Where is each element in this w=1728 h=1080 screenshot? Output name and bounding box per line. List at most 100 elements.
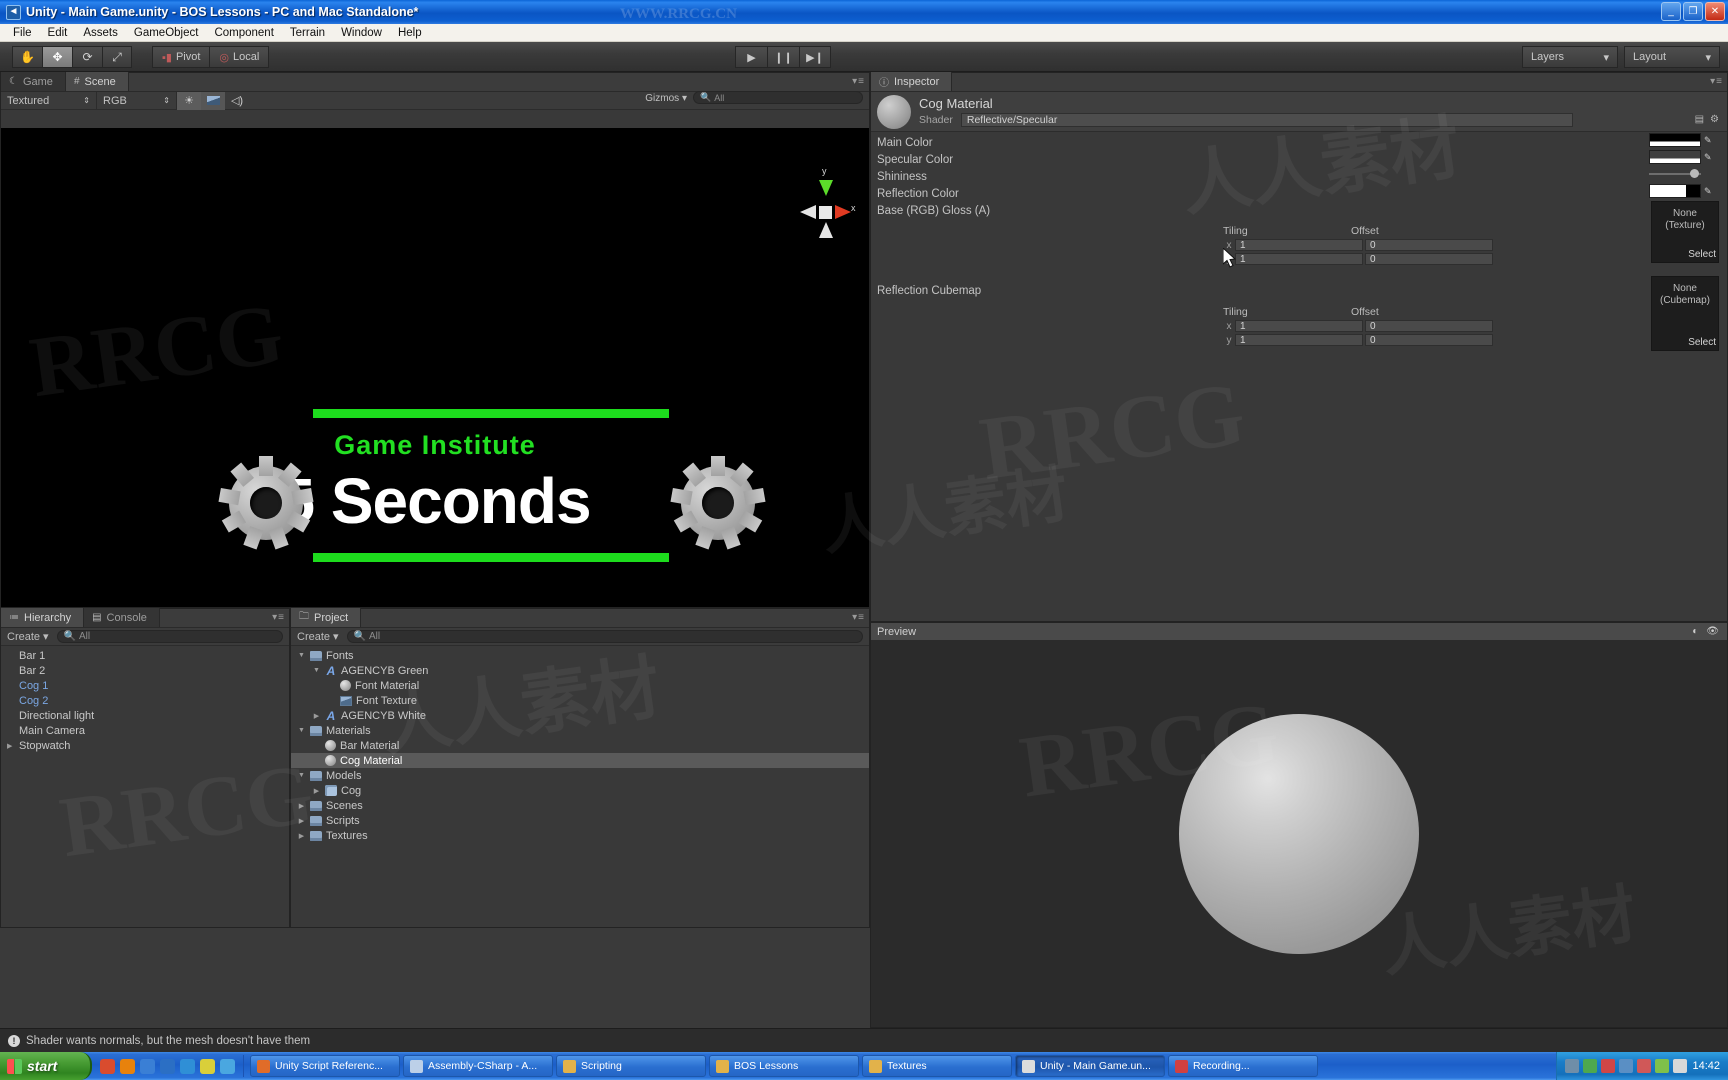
hierarchy-item[interactable]: Directional light [1, 708, 289, 723]
gear-icon[interactable]: ⚙ [1710, 114, 1719, 125]
layout-dropdown[interactable]: Layout ▾ [1624, 46, 1720, 68]
base-texture-select-button[interactable]: Select [1688, 249, 1716, 260]
cubemap-select-button[interactable]: Select [1688, 337, 1716, 348]
clock[interactable]: 14:42 [1692, 1060, 1720, 1072]
shininess-slider-handle[interactable] [1690, 169, 1699, 178]
scene-fx-icon[interactable] [201, 91, 225, 110]
preset-icon[interactable]: ▤ [1695, 114, 1704, 125]
bulb-icon[interactable] [200, 1058, 215, 1074]
pause-button[interactable]: ❙❙ [767, 46, 799, 68]
base-texture-slot[interactable]: None (Texture) Select [1651, 201, 1719, 263]
hierarchy-item[interactable]: Bar 2 [1, 663, 289, 678]
maximize-button[interactable]: ❐ [1683, 2, 1703, 21]
local-toggle[interactable]: ◎ Local [210, 46, 270, 68]
inspector-panel-menu-icon[interactable]: ▾≡ [1710, 76, 1723, 87]
tab-console[interactable]: ▤ Console [84, 608, 160, 627]
base-tiling-y-input[interactable]: 1 [1235, 253, 1363, 265]
media-icon[interactable] [160, 1058, 175, 1074]
project-search-input[interactable]: 🔍 All [346, 630, 863, 643]
taskbar-item[interactable]: Unity Script Referenc... [250, 1055, 400, 1077]
project-item[interactable]: ▶ Textures [291, 828, 869, 843]
chevron-right-icon[interactable]: ▶ [312, 712, 321, 720]
shader-dropdown[interactable]: Reflective/Specular [960, 113, 1573, 127]
hierarchy-panel-menu-icon[interactable]: ▾≡ [272, 612, 285, 623]
warn-icon[interactable] [1637, 1059, 1652, 1073]
scale-tool-icon[interactable]: ⤢ [102, 46, 132, 68]
scene-view-gizmo[interactable]: y x [795, 166, 857, 248]
menu-window[interactable]: Window [333, 26, 390, 40]
project-item[interactable]: Font Texture [291, 693, 869, 708]
project-item[interactable]: Bar Material [291, 738, 869, 753]
pivot-toggle[interactable]: ▪▮ Pivot [152, 46, 211, 68]
hierarchy-create-button[interactable]: Create ▾ [7, 630, 49, 644]
project-item[interactable]: ▼ Fonts [291, 648, 869, 663]
rotate-tool-icon[interactable]: ⟳ [72, 46, 102, 68]
menu-terrain[interactable]: Terrain [282, 26, 333, 40]
cog-left-object[interactable] [218, 456, 314, 550]
shininess-slider[interactable] [1649, 169, 1701, 178]
tab-inspector[interactable]: ⓘ Inspector [871, 72, 953, 91]
eyedropper-icon[interactable]: ✎ [1704, 186, 1712, 197]
project-item[interactable]: ▼ Materials [291, 723, 869, 738]
scene-lighting-icon[interactable]: ☀ [177, 91, 201, 110]
hierarchy-item[interactable]: ▶ Stopwatch [1, 738, 289, 753]
draw-mode-dropdown[interactable]: Textured ⇕ [1, 91, 97, 110]
chevron-right-icon[interactable]: ▶ [297, 817, 306, 825]
project-item[interactable]: ▶ Scenes [291, 798, 869, 813]
menu-component[interactable]: Component [206, 26, 281, 40]
menu-help[interactable]: Help [390, 26, 430, 40]
reflection-color-swatch[interactable] [1649, 184, 1701, 198]
scene-audio-icon[interactable]: ◁) [225, 92, 249, 110]
taskbar-item[interactable]: Scripting [556, 1055, 706, 1077]
color-mode-dropdown[interactable]: RGB ⇕ [97, 91, 177, 110]
menu-gameobject[interactable]: GameObject [126, 26, 207, 40]
cog-right-object[interactable] [670, 456, 766, 550]
project-item[interactable]: Cog Material [291, 753, 869, 768]
hierarchy-item[interactable]: Main Camera [1, 723, 289, 738]
hierarchy-item[interactable]: Cog 1 [1, 678, 289, 693]
eyedropper-icon[interactable]: ✎ [1704, 135, 1712, 146]
layers-dropdown[interactable]: Layers ▾ [1522, 46, 1618, 68]
project-item[interactable]: ▼ A AGENCYB Green [291, 663, 869, 678]
cubemap-tiling-y-input[interactable]: 1 [1235, 334, 1363, 346]
scene-canvas[interactable]: Game Institute 5 Seconds y x [1, 128, 869, 607]
chevron-down-icon[interactable]: ▼ [312, 667, 321, 674]
vlc-icon[interactable] [120, 1058, 135, 1074]
scene-search-input[interactable]: 🔍 All [693, 91, 863, 104]
base-offset-x-input[interactable]: 0 [1365, 239, 1493, 251]
antivirus-icon[interactable] [1601, 1059, 1616, 1073]
taskbar-item[interactable]: Unity - Main Game.un... [1015, 1055, 1165, 1077]
cubemap-tiling-x-input[interactable]: 1 [1235, 320, 1363, 332]
menu-file[interactable]: File [5, 26, 40, 40]
hierarchy-search-input[interactable]: 🔍 All [56, 630, 283, 643]
cubemap-offset-y-input[interactable]: 0 [1365, 334, 1493, 346]
base-tiling-x-input[interactable]: 1 [1235, 239, 1363, 251]
tab-project[interactable]: 🗀 Project [291, 608, 362, 627]
ie-icon[interactable] [140, 1058, 155, 1074]
chevron-right-icon[interactable]: ▶ [312, 787, 321, 795]
menu-edit[interactable]: Edit [40, 26, 76, 40]
shield-icon[interactable] [1583, 1059, 1598, 1073]
project-item[interactable]: ▶ Cog [291, 783, 869, 798]
taskbar-item[interactable]: Assembly-CSharp - A... [403, 1055, 553, 1077]
project-item[interactable]: ▶ Scripts [291, 813, 869, 828]
taskbar-item[interactable]: Recording... [1168, 1055, 1318, 1077]
lighting-icon[interactable]: ◐ [1692, 626, 1698, 637]
browser-icon[interactable] [100, 1058, 115, 1074]
globe-icon[interactable] [180, 1058, 195, 1074]
disc-icon[interactable] [220, 1058, 235, 1074]
chevron-right-icon[interactable]: ▶ [297, 802, 306, 810]
main-color-swatch[interactable] [1649, 133, 1701, 147]
cubemap-texture-slot[interactable]: None (Cubemap) Select [1651, 276, 1719, 351]
hand-tool-icon[interactable]: ✋ [12, 46, 42, 68]
project-panel-menu-icon[interactable]: ▾≡ [852, 612, 865, 623]
base-offset-y-input[interactable]: 0 [1365, 253, 1493, 265]
volume-icon[interactable] [1673, 1059, 1688, 1073]
project-item[interactable]: ▶ A AGENCYB White [291, 708, 869, 723]
chevron-down-icon[interactable]: ▼ [297, 652, 306, 659]
specular-color-swatch[interactable] [1649, 150, 1701, 164]
tab-hierarchy[interactable]: ≔ Hierarchy [1, 608, 85, 627]
chevron-right-icon[interactable]: ▶ [7, 742, 16, 750]
gizmos-dropdown[interactable]: Gizmos ▾ [645, 93, 687, 104]
status-message[interactable]: Shader wants normals, but the mesh doesn… [26, 1035, 310, 1047]
